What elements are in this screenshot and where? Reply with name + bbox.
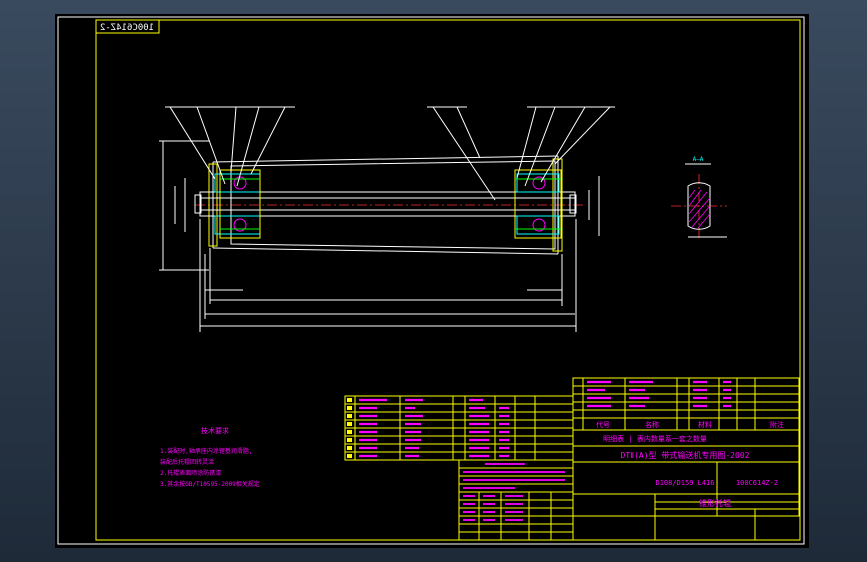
title-part-name: 锥形托辊: [699, 498, 731, 508]
title-model: D108/D159 L416: [655, 479, 714, 487]
tech-req-line-2: 装配后托辊回转灵活: [160, 458, 214, 466]
cad-drawing-canvas: 100C614Z-2 A—A 技术要求 1.装配时,轴承座内涂锂基润滑脂, 装配…: [55, 14, 809, 548]
header-material: 材料: [698, 420, 712, 429]
tech-req-line-3: 2.托辊表面喷涂防锈漆: [160, 469, 221, 477]
header-code: 代号: [596, 420, 610, 429]
right-bearing: [514, 169, 562, 239]
header-note: 附注: [770, 420, 784, 429]
header-name: 名称: [645, 420, 659, 429]
title-note-line: 明细表 | 表内数量系一套之数量: [603, 434, 707, 443]
revision-block: [458, 459, 799, 541]
mirrored-drawing-number: 100C614Z-2: [100, 23, 154, 33]
roller-assembly: [159, 106, 615, 332]
cad-drawing: 100C614Z-2 A—A 技术要求 1.装配时,轴承座内涂锂基润滑脂, 装配…: [57, 16, 805, 545]
title-block: 明细表 | 表内数量系一套之数量 DTⅡ(A)型 带式输送机专用图-2002 D…: [572, 429, 800, 517]
tech-req-line-1: 1.装配时,轴承座内涂锂基润滑脂,: [160, 447, 252, 455]
right-parts-table: 代号 名称 材料 附注: [572, 377, 800, 431]
technical-requirements: 技术要求 1.装配时,轴承座内涂锂基润滑脂, 装配后托辊回转灵活 2.托辊表面喷…: [160, 426, 260, 488]
left-bearing: [214, 169, 261, 239]
tech-req-title: 技术要求: [201, 426, 229, 435]
section-label: A—A: [693, 156, 704, 163]
leader-lines: [165, 106, 615, 201]
section-view-a-a: A—A: [671, 156, 727, 240]
title-drawing-number: 100C614Z-2: [736, 479, 778, 487]
tech-req-line-4: 3.其余按GB/T10595-2009相关规定: [160, 480, 260, 488]
shaft: [199, 191, 576, 217]
title-standard-line: DTⅡ(A)型 带式输送机专用图-2002: [621, 450, 750, 460]
parts-list-table: [344, 395, 574, 461]
